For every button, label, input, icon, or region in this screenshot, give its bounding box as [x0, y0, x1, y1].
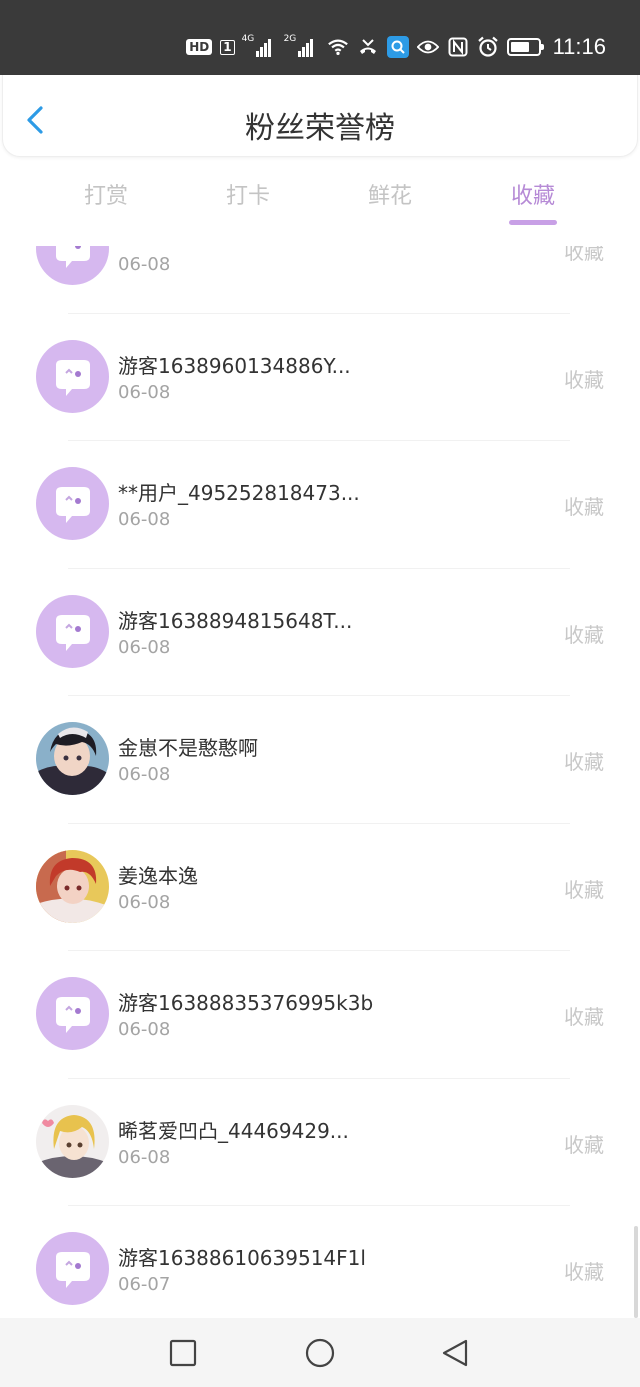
triangle-back-icon	[442, 1339, 468, 1367]
user-name: 游客16388610639514F1l	[118, 1246, 366, 1270]
action-label: 收藏	[564, 622, 604, 647]
page-title: 粉丝荣誉榜	[245, 111, 395, 146]
tab-flowers[interactable]: 鲜花	[330, 178, 450, 210]
favorite-date: 06-08	[118, 254, 171, 275]
action-label: 收藏	[564, 246, 604, 264]
avatar[interactable]	[36, 1104, 109, 1178]
favorite-date: 06-08	[118, 891, 171, 913]
hd-badge: HD	[186, 39, 213, 55]
avatar[interactable]	[36, 722, 109, 795]
default-avatar-chat-icon[interactable]	[36, 246, 109, 285]
list-item[interactable]: 游客1638894815648T... 06-08 收藏	[0, 569, 640, 696]
nfc-icon	[447, 36, 469, 58]
signal-2g-icon: 2G	[283, 34, 319, 57]
favorite-date: 06-08	[118, 509, 171, 530]
status-bar: HD 1 4G 2G 11:16	[0, 0, 640, 75]
action-label: 收藏	[564, 367, 604, 392]
list-item[interactable]: 游客16388835376995k3b 06-08 收藏	[0, 951, 640, 1079]
user-name: 游客16388835376995k3b	[118, 991, 374, 1015]
list-item[interactable]: **用户_495252818473... 06-08 收藏	[0, 441, 640, 569]
back-nav-button[interactable]	[440, 1338, 470, 1368]
action-label: 收藏	[564, 1132, 604, 1157]
list-item[interactable]: 姜逸本逸 06-08 收藏	[0, 824, 640, 951]
user-name: 游客1638960134886Y...	[118, 353, 351, 378]
action-label: 收藏	[564, 495, 604, 519]
tab-favorites-label: 收藏	[510, 184, 555, 209]
page-header: 粉丝荣誉榜	[2, 75, 638, 157]
list-item[interactable]: 06-08 收藏	[0, 246, 640, 314]
favorite-date: 06-08	[118, 1019, 171, 1040]
default-avatar-chat-icon[interactable]	[36, 977, 109, 1050]
tab-checkin[interactable]: 打卡	[188, 178, 308, 210]
net1-label: 4G	[241, 34, 255, 44]
tab-favorites[interactable]: 收藏	[473, 178, 593, 225]
action-label: 收藏	[564, 877, 604, 902]
net2-label: 2G	[283, 34, 297, 44]
list-item[interactable]: 游客1638960134886Y... 06-08 收藏	[0, 314, 640, 441]
tab-reward[interactable]: 打赏	[46, 178, 166, 210]
default-avatar-chat-icon[interactable]	[36, 1232, 109, 1305]
user-name: **用户_495252818473...	[118, 481, 360, 505]
tab-bar: 打赏 打卡 鲜花 收藏	[0, 170, 640, 230]
search-app-icon	[386, 36, 409, 58]
favorite-date: 06-08	[118, 636, 171, 658]
clock: 11:16	[552, 34, 606, 59]
user-name: 游客1638894815648T...	[118, 608, 353, 633]
avatar[interactable]	[36, 849, 109, 923]
signal-4g-icon: 4G	[241, 34, 277, 57]
action-label: 收藏	[564, 750, 604, 774]
action-label: 收藏	[564, 1260, 604, 1284]
default-avatar-chat-icon[interactable]	[36, 339, 109, 413]
active-tab-underline	[509, 220, 557, 225]
list-item[interactable]: 游客16388610639514F1l 06-07 收藏	[0, 1206, 640, 1316]
favorite-date: 06-08	[118, 764, 171, 785]
user-name: 晞茗爱凹凸_44469429...	[118, 1118, 349, 1143]
user-name: 姜逸本逸	[118, 863, 198, 888]
status-icons: HD 1 4G 2G 11:16	[186, 33, 606, 61]
circle-icon	[305, 1338, 335, 1368]
favorite-date: 06-08	[118, 381, 171, 403]
battery-icon	[506, 38, 544, 56]
square-icon	[169, 1339, 197, 1367]
list-item[interactable]: 金崽不是憨憨啊 06-08 收藏	[0, 696, 640, 824]
favorite-date: 06-08	[118, 1146, 171, 1168]
alarm-icon	[477, 36, 499, 58]
wifi-icon	[327, 36, 349, 58]
missed-call-icon	[357, 36, 379, 58]
user-name: 金崽不是憨憨啊	[118, 736, 258, 760]
home-button[interactable]	[304, 1338, 335, 1368]
default-avatar-chat-icon[interactable]	[36, 594, 109, 668]
navigation-bar	[0, 1318, 640, 1387]
default-avatar-chat-icon[interactable]	[36, 467, 109, 540]
sim-badge: 1	[220, 39, 235, 55]
scrollbar[interactable]	[634, 1226, 638, 1318]
action-label: 收藏	[564, 1005, 604, 1029]
list-item[interactable]: 晞茗爱凹凸_44469429... 06-08 收藏	[0, 1079, 640, 1206]
recents-button[interactable]	[168, 1338, 198, 1368]
eye-icon	[416, 36, 439, 58]
favorite-date: 06-07	[118, 1274, 171, 1295]
fan-list[interactable]: 06-08 收藏 游客1638960134886Y... 06-08 收藏 **用户_49…	[0, 246, 640, 1316]
